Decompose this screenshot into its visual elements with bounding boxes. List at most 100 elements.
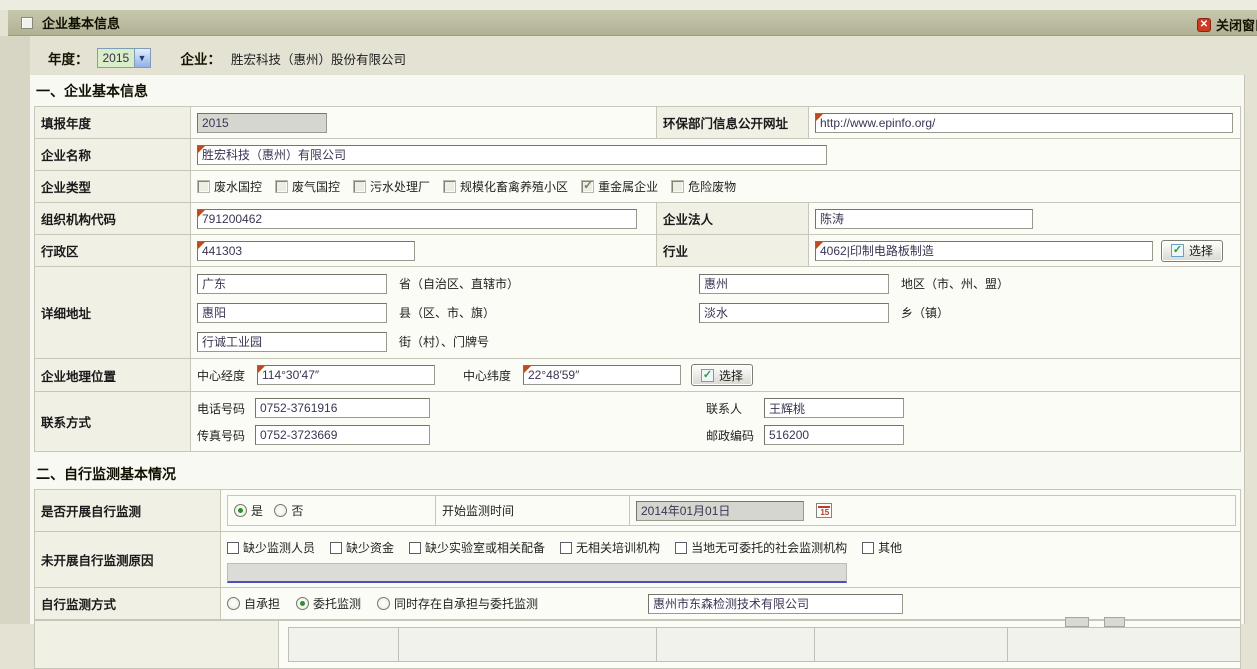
radio-no[interactable]: [274, 504, 287, 517]
start-time-input[interactable]: [636, 501, 804, 521]
table-row: 企业名称: [35, 139, 1241, 171]
window-title: 企业基本信息: [42, 13, 120, 32]
latitude-input[interactable]: [523, 365, 681, 385]
company-label: 企业：: [181, 48, 222, 68]
cutoff-button-stub[interactable]: [1104, 617, 1125, 627]
calendar-icon[interactable]: [816, 503, 832, 518]
radio-both[interactable]: [377, 597, 390, 610]
cb-lack-funds-label: 缺少资金: [346, 539, 394, 556]
cb-lack-staff-label: 缺少监测人员: [243, 539, 315, 556]
address-street-suffix: 街（村）、门牌号: [399, 333, 699, 350]
section2-table: 是否开展自行监测 是 否 开始监测时间: [34, 489, 1241, 620]
longitude-label: 中心经度: [197, 367, 253, 384]
conduct-monitoring-label: 是否开展自行监测: [41, 505, 141, 519]
page-top-strip: [0, 0, 1257, 10]
other-reason-input[interactable]: [227, 563, 847, 583]
entrust-org-input[interactable]: [648, 594, 903, 614]
radio-no-label: 否: [291, 502, 303, 519]
legal-person-input[interactable]: [815, 209, 1033, 229]
cb-other-reason-label: 其他: [878, 539, 902, 556]
required-marker: [197, 209, 637, 229]
fax-input[interactable]: [255, 425, 430, 445]
address-street-input[interactable]: [197, 332, 387, 352]
cb-lack-lab[interactable]: [409, 542, 421, 554]
section2-heading: 二、自行监测基本情况: [30, 452, 1244, 489]
cb-livestock-area-label: 规模化畜禽养殖小区: [460, 178, 568, 195]
public-url-input[interactable]: [815, 113, 1233, 133]
contact-person-input[interactable]: [764, 398, 904, 418]
header-row: 年度： 2015 ▼ 企业： 胜宏科技（惠州）股份有限公司: [48, 46, 406, 70]
address-province-input[interactable]: [197, 274, 387, 294]
address-county-suffix: 县（区、市、旗）: [399, 304, 699, 321]
table-row: 行政区 行业 ✓ 选择: [35, 235, 1241, 267]
cb-sewage-plant[interactable]: [353, 180, 366, 193]
zip-input[interactable]: [764, 425, 904, 445]
cb-no-social-org-label: 当地无可委托的社会监测机构: [691, 539, 847, 556]
radio-both-label: 同时存在自承担与委托监测: [394, 595, 538, 612]
close-window-button[interactable]: ✕ 关闭窗口: [1197, 15, 1257, 34]
year-select-value[interactable]: 2015: [98, 49, 134, 67]
address-town-suffix: 乡（镇）: [901, 304, 1201, 321]
cb-other-reason[interactable]: [862, 542, 874, 554]
longitude-input[interactable]: [257, 365, 435, 385]
monitoring-detail-table: [288, 627, 1241, 662]
table-row: [35, 621, 1241, 669]
report-year-label: 填报年度: [41, 117, 91, 131]
cb-heavy-metal[interactable]: [581, 180, 594, 193]
table-row: 详细地址 省（自治区、直辖市） 地区（市、州、盟） 县（区、市、旗） 乡（镇） …: [35, 267, 1241, 359]
phone-input[interactable]: [255, 398, 430, 418]
start-time-label: 开始监测时间: [442, 504, 514, 518]
section2-partial-table: [34, 620, 1241, 669]
company-name-input[interactable]: [197, 145, 827, 165]
check-icon: ✓: [1171, 244, 1184, 257]
year-select[interactable]: 2015 ▼: [97, 48, 151, 68]
table-row: 企业地理位置 中心经度 中心纬度 ✓ 选择: [35, 359, 1241, 392]
cb-no-training-org[interactable]: [560, 542, 572, 554]
radio-yes-label: 是: [251, 502, 263, 519]
address-city-input[interactable]: [699, 274, 889, 294]
cb-wastewater-control[interactable]: [197, 180, 210, 193]
company-name-text: 胜宏科技（惠州）股份有限公司: [231, 49, 406, 68]
industry-select-button-label: 选择: [1189, 242, 1213, 259]
address-county-input[interactable]: [197, 303, 387, 323]
admin-region-input[interactable]: [197, 241, 415, 261]
industry-input[interactable]: [815, 241, 1153, 261]
org-code-input[interactable]: [197, 209, 637, 229]
contact-person-label: 联系人: [706, 400, 760, 417]
monitoring-mode-label: 自行监测方式: [41, 598, 116, 612]
cb-lack-funds[interactable]: [330, 542, 342, 554]
cb-lack-staff[interactable]: [227, 542, 239, 554]
section1-table: 填报年度 环保部门信息公开网址 企业名称 企业类型 废水国控 废气国控 污水处理…: [34, 106, 1241, 452]
report-year-input[interactable]: [197, 113, 327, 133]
radio-self[interactable]: [227, 597, 240, 610]
geo-select-button[interactable]: ✓ 选择: [691, 364, 753, 386]
radio-yes[interactable]: [234, 504, 247, 517]
zip-label: 邮政编码: [706, 427, 760, 444]
cb-no-social-org[interactable]: [675, 542, 687, 554]
close-icon[interactable]: ✕: [1197, 18, 1211, 32]
table-row: 联系方式 电话号码 联系人 传真号码 邮政编码: [35, 392, 1241, 452]
close-window-label[interactable]: 关闭窗口: [1216, 15, 1257, 34]
public-url-label: 环保部门信息公开网址: [663, 117, 788, 131]
required-marker: [197, 145, 827, 165]
radio-entrust-label: 委托监测: [313, 595, 361, 612]
required-marker: [257, 365, 435, 385]
cb-airwaste-control[interactable]: [275, 180, 288, 193]
cb-sewage-plant-label: 污水处理厂: [370, 178, 430, 195]
cb-livestock-area[interactable]: [443, 180, 456, 193]
cutoff-button-stub[interactable]: [1065, 617, 1089, 627]
admin-region-label: 行政区: [41, 245, 79, 259]
address-town-input[interactable]: [699, 303, 889, 323]
table-row: 自行监测方式 自承担 委托监测 同时存在自承担与委托监测: [35, 588, 1241, 620]
geo-select-button-label: 选择: [719, 367, 743, 384]
address-label: 详细地址: [41, 307, 91, 321]
industry-select-button[interactable]: ✓ 选择: [1161, 240, 1223, 262]
window-titlebar: 企业基本信息 ✕ 关闭窗口: [8, 10, 1257, 36]
cb-lack-lab-label: 缺少实验室或相关配备: [425, 539, 545, 556]
phone-label: 电话号码: [197, 400, 251, 417]
radio-entrust[interactable]: [296, 597, 309, 610]
cb-hazardous-waste[interactable]: [671, 180, 684, 193]
chevron-down-icon[interactable]: ▼: [134, 49, 150, 67]
cb-wastewater-control-label: 废水国控: [214, 178, 262, 195]
address-city-suffix: 地区（市、州、盟）: [901, 275, 1201, 292]
